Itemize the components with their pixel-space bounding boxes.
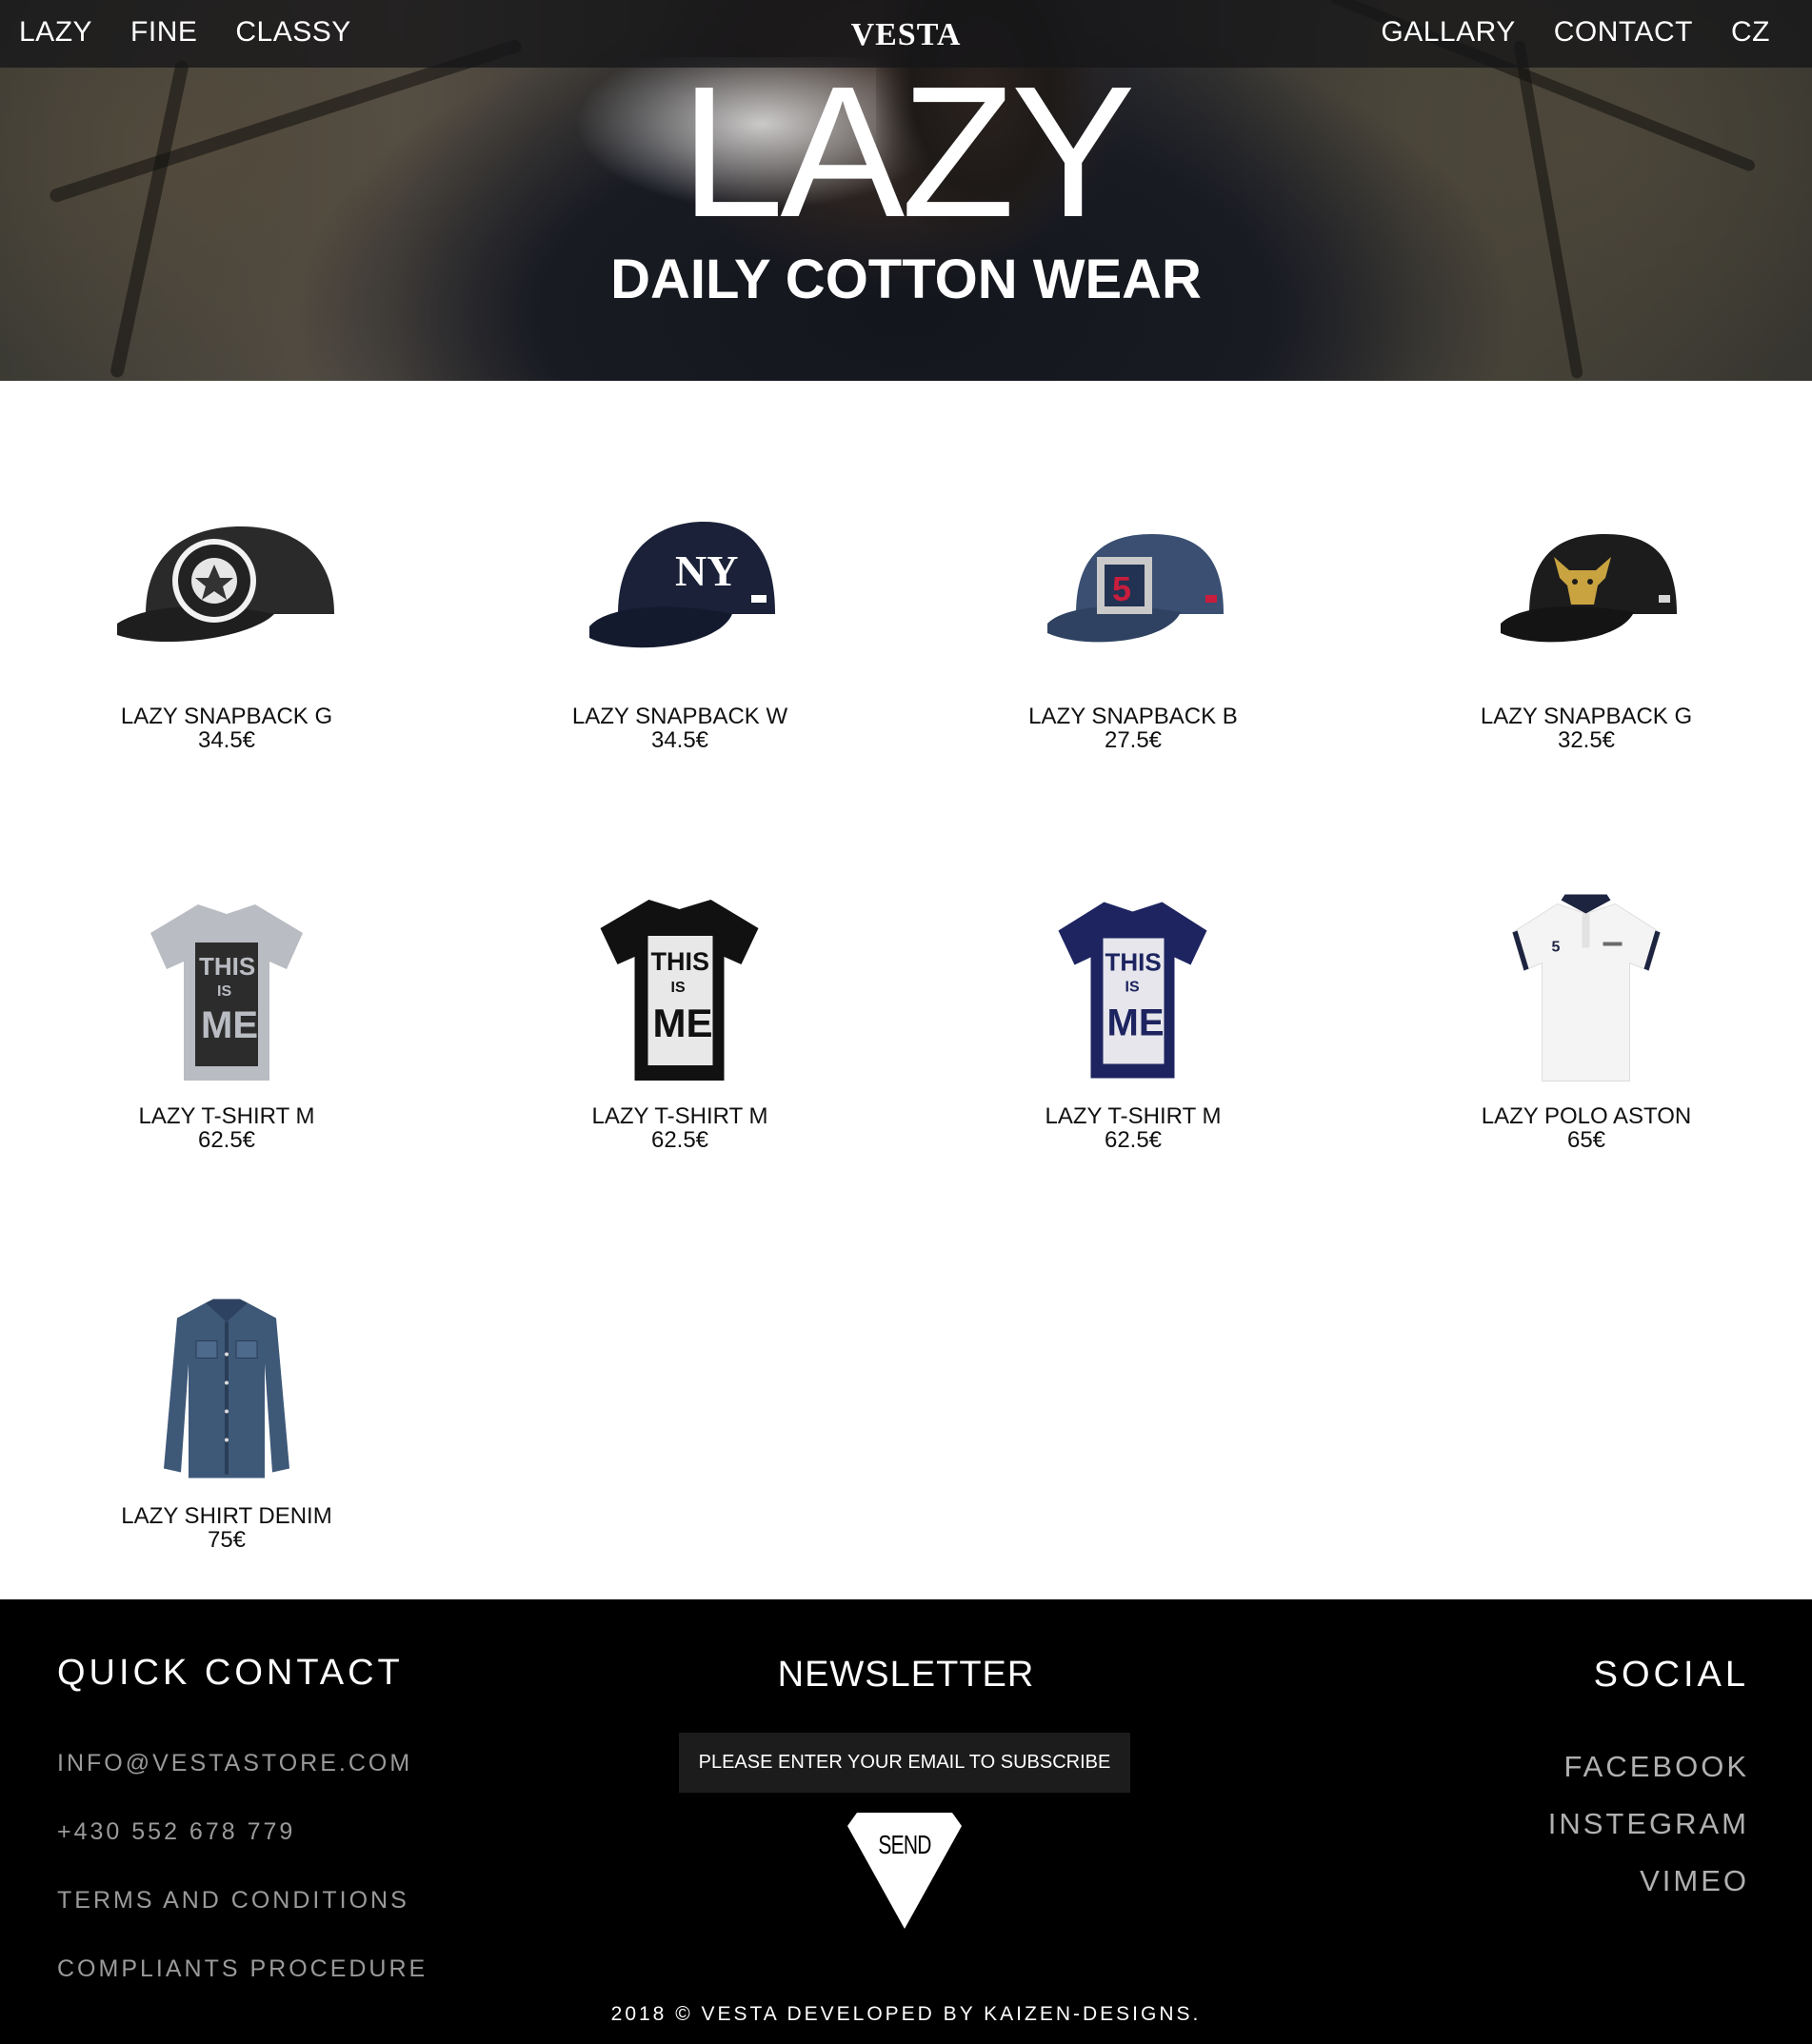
product-card[interactable]: NY LAZY SNAPBACK W 34.5€ (453, 476, 906, 752)
product-image[interactable] (0, 1276, 453, 1504)
product-image[interactable]: 5 (906, 476, 1360, 704)
nav-link-language[interactable]: CZ (1731, 15, 1770, 50)
svg-text:5: 5 (1552, 940, 1561, 956)
denim-shirt-icon (164, 1299, 289, 1478)
product-card[interactable]: 5 LAZY POLO ASTON 65€ (1360, 876, 1812, 1152)
navy-ny-cap-icon: NY (589, 522, 775, 648)
black-tshirt-icon: THIS IS ME (600, 900, 759, 1081)
product-name[interactable]: LAZY SNAPBACK G (1360, 704, 1812, 729)
black-bulls-cap-icon (1501, 534, 1677, 643)
send-button-label: SEND (878, 1830, 931, 1859)
product-price: 65€ (1566, 1127, 1606, 1153)
product-card[interactable]: THIS IS ME LAZY T-SHIRT M 62.5€ (906, 876, 1360, 1152)
product-card[interactable]: LAZY SNAPBACK G 34.5€ (0, 476, 453, 752)
instagram-link[interactable]: INSTEGRAM (1548, 1807, 1749, 1841)
terms-link[interactable]: TERMS AND CONDITIONS (57, 1887, 409, 1915)
vimeo-link[interactable]: VIMEO (1640, 1864, 1749, 1898)
product-image[interactable] (1360, 476, 1812, 704)
product-image[interactable]: 5 (1360, 876, 1812, 1104)
triangle-send-icon (847, 1813, 962, 1929)
svg-text:IS: IS (1125, 980, 1140, 996)
nav-right-group: GALLARY CONTACT CZ (1381, 15, 1770, 50)
product-price: 75€ (207, 1527, 247, 1553)
hero-title: LAZY (680, 48, 1135, 256)
product-image[interactable]: THIS IS ME (0, 876, 453, 1104)
svg-text:ME: ME (201, 1004, 258, 1046)
product-price: 62.5€ (650, 1127, 709, 1153)
product-price: 62.5€ (1104, 1127, 1163, 1153)
copyright-text: 2018 © VESTA DEVELOPED BY KAIZEN-DESIGNS… (610, 2003, 1202, 2025)
svg-text:THIS: THIS (1105, 948, 1162, 977)
product-price: 32.5€ (1557, 727, 1616, 753)
svg-text:THIS: THIS (651, 947, 710, 976)
product-card[interactable]: LAZY SNAPBACK G 32.5€ (1360, 476, 1812, 752)
product-card[interactable]: 5 LAZY SNAPBACK B 27.5€ (906, 476, 1360, 752)
product-image[interactable]: THIS IS ME (453, 876, 906, 1104)
svg-text:THIS: THIS (199, 952, 255, 981)
svg-text:IS: IS (671, 980, 686, 996)
newsletter-heading: NEWSLETTER (777, 1655, 1035, 1695)
product-name[interactable]: LAZY T-SHIRT M (453, 1104, 906, 1129)
facebook-link[interactable]: FACEBOOK (1563, 1750, 1749, 1784)
svg-text:NY: NY (675, 546, 738, 595)
product-image[interactable]: NY (453, 476, 906, 704)
grey-tshirt-icon: THIS IS ME (150, 904, 303, 1081)
nav-link-gallery[interactable]: GALLARY (1381, 15, 1515, 50)
product-name[interactable]: LAZY SNAPBACK B (906, 704, 1360, 729)
svg-text:ME: ME (1107, 1002, 1165, 1044)
hero-subtitle: DAILY COTTON WEAR (610, 248, 1202, 310)
product-price: 27.5€ (1104, 727, 1163, 753)
product-name[interactable]: LAZY SNAPBACK G (0, 704, 453, 729)
product-image[interactable] (0, 476, 453, 704)
complaints-link[interactable]: COMPLIANTS PROCEDURE (57, 1955, 428, 1983)
newsletter-email-input[interactable] (679, 1733, 1130, 1793)
svg-text:IS: IS (217, 983, 231, 1000)
product-name[interactable]: LAZY POLO ASTON (1360, 1104, 1812, 1129)
blue-patriots-cap-icon: 5 (1047, 534, 1224, 643)
product-price: 62.5€ (197, 1127, 256, 1153)
product-card[interactable]: THIS IS ME LAZY T-SHIRT M 62.5€ (453, 876, 906, 1152)
product-image[interactable]: THIS IS ME (906, 876, 1360, 1104)
white-polo-icon: 5 (1511, 894, 1662, 1082)
product-name[interactable]: LAZY T-SHIRT M (0, 1104, 453, 1129)
nav-link-contact[interactable]: CONTACT (1554, 15, 1693, 50)
svg-text:5: 5 (1112, 569, 1131, 608)
send-button[interactable]: SEND (846, 1809, 964, 1931)
product-card[interactable]: LAZY SHIRT DENIM 75€ (0, 1276, 453, 1552)
product-price: 34.5€ (197, 727, 256, 753)
black-snapback-cap-icon (117, 526, 334, 643)
hero-banner: LAZY FINE CLASSY VESTA GALLARY CONTACT C… (0, 0, 1812, 381)
product-grid: LAZY SNAPBACK G 34.5€ NY LAZY SNAPBACK W… (0, 381, 1812, 1599)
product-name[interactable]: LAZY SHIRT DENIM (0, 1504, 453, 1529)
navy-tshirt-icon: THIS IS ME (1058, 902, 1207, 1079)
contact-email-link[interactable]: INFO@VESTASTORE.COM (57, 1750, 412, 1777)
svg-text:ME: ME (653, 1001, 713, 1045)
product-card[interactable]: THIS IS ME LAZY T-SHIRT M 62.5€ (0, 876, 453, 1152)
contact-phone-link[interactable]: +430 552 678 779 (57, 1818, 295, 1846)
site-footer: QUICK CONTACT INFO@VESTASTORE.COM +430 5… (0, 1599, 1812, 2044)
social-heading: SOCIAL (1593, 1655, 1749, 1695)
product-name[interactable]: LAZY SNAPBACK W (453, 704, 906, 729)
product-price: 34.5€ (650, 727, 709, 753)
product-name[interactable]: LAZY T-SHIRT M (906, 1104, 1360, 1129)
